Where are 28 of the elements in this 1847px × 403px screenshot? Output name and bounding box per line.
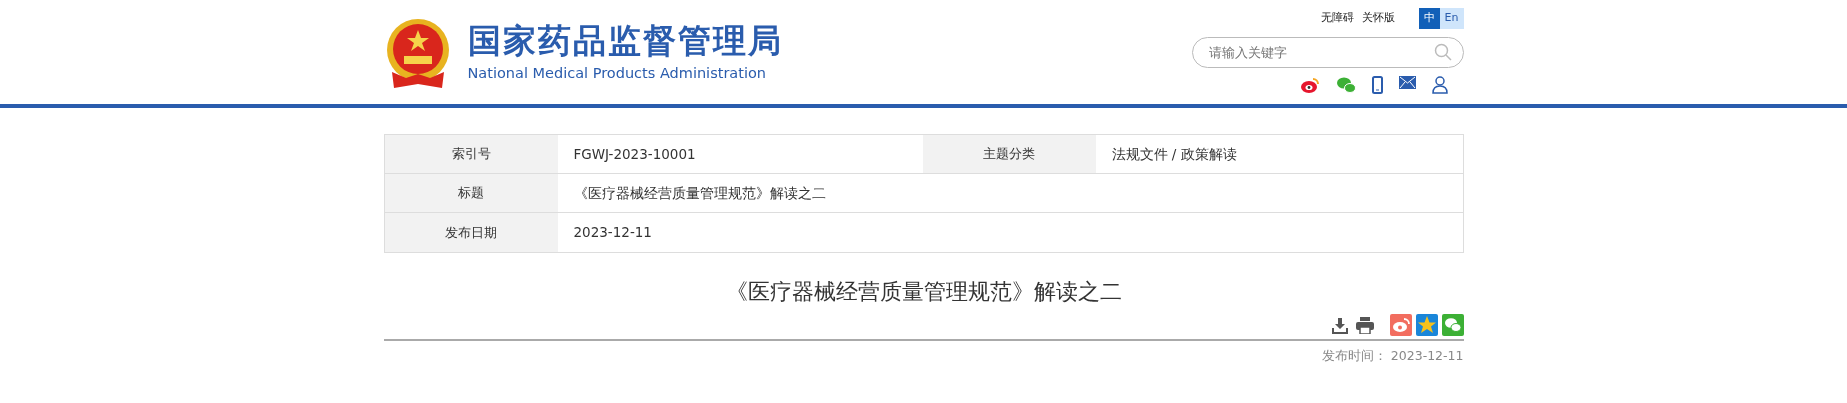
field-value: FGWJ-2023-10001 [572, 144, 697, 164]
field-value: 法规文件 / 政策解读 [1110, 144, 1238, 164]
printer-icon[interactable] [1355, 316, 1374, 334]
field-label: 标题 [384, 174, 558, 212]
wechat-icon[interactable] [1441, 314, 1464, 336]
top-link[interactable]: 无障碍 [1320, 10, 1354, 27]
top-link[interactable]: 关怀版 [1361, 10, 1395, 27]
mail-icon[interactable] [1398, 75, 1416, 89]
weibo-icon[interactable] [1389, 314, 1412, 336]
search-field[interactable]: 请输入关键字 [1191, 36, 1464, 68]
field-value: 2023-12-11 [572, 223, 653, 243]
user-icon[interactable] [1431, 75, 1448, 94]
language-tab[interactable]: En [1439, 8, 1464, 29]
wechat-icon[interactable] [1335, 75, 1356, 94]
star-icon[interactable] [1415, 314, 1438, 336]
site-title: 国家药品监督管理局 [467, 22, 783, 59]
field-value: 《医疗器械经营质量管理规范》解读之二 [572, 183, 827, 203]
download-icon[interactable] [1331, 316, 1348, 334]
language-tab[interactable]: 中 [1418, 8, 1440, 29]
publish-date-label: 发布时间： [1321, 347, 1387, 365]
field-label: 主题分类 [922, 135, 1096, 173]
article-title: 《医疗器械经营质量管理规范》解读之二 [724, 278, 1123, 306]
weibo-icon[interactable] [1299, 75, 1320, 94]
phone-icon[interactable] [1371, 75, 1383, 94]
publish-date: 2023-12-11 [1390, 347, 1464, 365]
field-label: 发布日期 [384, 213, 558, 252]
site-subtitle: National Medical Products Administration [467, 64, 767, 83]
field-label: 索引号 [384, 135, 558, 173]
